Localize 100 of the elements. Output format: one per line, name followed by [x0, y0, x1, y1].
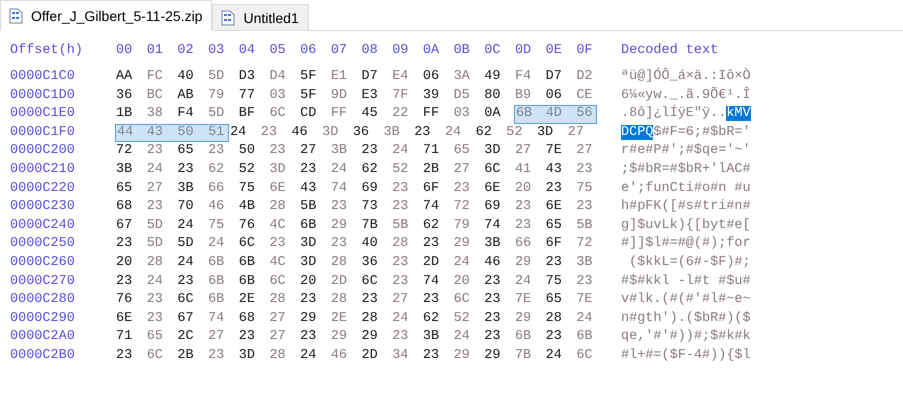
hex-byte[interactable]: 52: [238, 160, 268, 180]
hex-byte[interactable]: 6B: [207, 291, 238, 310]
hex-byte[interactable]: 23: [146, 310, 176, 328]
hex-byte[interactable]: 29: [330, 328, 360, 347]
hex-byte[interactable]: 4B: [238, 198, 268, 217]
hex-byte[interactable]: 3D: [299, 254, 330, 273]
hex-byte[interactable]: 51: [207, 124, 230, 142]
hex-byte[interactable]: 28: [146, 254, 176, 273]
hex-byte[interactable]: D5: [452, 86, 484, 106]
hex-byte[interactable]: 23: [422, 346, 453, 366]
hex-byte[interactable]: 5D: [176, 235, 208, 254]
hex-byte[interactable]: E4: [391, 68, 422, 87]
hex-byte[interactable]: 68: [115, 198, 146, 217]
hex-byte[interactable]: 3D: [299, 235, 330, 254]
hex-byte[interactable]: 5D: [207, 68, 238, 87]
hex-byte[interactable]: 28: [330, 254, 360, 273]
hex-byte[interactable]: 6E: [115, 310, 146, 328]
hex-byte[interactable]: 7B: [360, 216, 392, 236]
hex-byte[interactable]: 28: [330, 291, 360, 310]
hex-byte[interactable]: CD: [299, 105, 330, 124]
hex-byte[interactable]: 23: [330, 235, 360, 254]
hex-byte[interactable]: 29: [514, 310, 545, 328]
hex-byte[interactable]: 6C: [360, 272, 392, 292]
hex-byte[interactable]: 24: [391, 142, 422, 161]
hex-byte[interactable]: FF: [330, 105, 360, 124]
hex-byte[interactable]: 43: [146, 124, 176, 142]
hex-byte[interactable]: 20: [115, 254, 146, 273]
hex-byte[interactable]: 29: [483, 346, 514, 366]
hex-byte[interactable]: 28: [268, 198, 300, 217]
hex-byte[interactable]: AB: [176, 86, 208, 106]
hex-byte[interactable]: 74: [422, 272, 453, 292]
hex-byte[interactable]: 40: [360, 235, 392, 254]
hex-byte[interactable]: 65: [146, 328, 176, 347]
hex-byte[interactable]: 6F: [544, 235, 576, 254]
hex-byte[interactable]: 23: [299, 291, 330, 310]
hex-byte[interactable]: 5F: [299, 68, 330, 87]
hex-byte[interactable]: 23: [268, 235, 300, 254]
hex-byte[interactable]: 6E: [544, 198, 576, 217]
hex-byte[interactable]: 23: [391, 198, 422, 217]
hex-byte[interactable]: 4C: [268, 216, 300, 236]
hex-byte[interactable]: 6C: [146, 346, 176, 366]
hex-byte[interactable]: 72: [575, 235, 606, 254]
hex-byte[interactable]: 5D: [146, 235, 176, 254]
hex-byte[interactable]: 23: [391, 328, 422, 347]
hex-byte[interactable]: 70: [176, 198, 208, 217]
hex-byte[interactable]: 2C: [176, 328, 208, 347]
hex-byte[interactable]: 6B: [575, 328, 606, 347]
hex-byte[interactable]: 7E: [575, 291, 606, 310]
hex-byte[interactable]: 3B: [422, 328, 453, 347]
hex-byte[interactable]: 4D: [544, 105, 576, 124]
hex-byte[interactable]: 6B: [299, 216, 330, 236]
hex-byte[interactable]: 23: [575, 160, 606, 180]
hex-byte[interactable]: 62: [422, 310, 453, 328]
hex-byte[interactable]: 3B: [575, 254, 606, 273]
hex-byte[interactable]: 29: [452, 235, 484, 254]
hex-byte[interactable]: 23: [422, 291, 453, 310]
hex-byte[interactable]: 5D: [207, 105, 238, 124]
hex-byte[interactable]: 50: [176, 124, 208, 142]
hex-byte[interactable]: 67: [115, 216, 146, 236]
hex-byte[interactable]: 80: [483, 86, 514, 106]
hex-byte[interactable]: 6B: [514, 105, 545, 124]
hex-byte[interactable]: BF: [238, 105, 268, 124]
hex-byte[interactable]: 74: [422, 198, 453, 217]
hex-byte[interactable]: 5B: [391, 216, 422, 236]
hex-byte[interactable]: 22: [391, 105, 422, 124]
hex-byte[interactable]: 23: [391, 254, 422, 273]
hex-byte[interactable]: 41: [514, 160, 545, 180]
hex-byte[interactable]: FC: [146, 68, 176, 87]
hex-byte[interactable]: 67: [176, 310, 208, 328]
file-tab[interactable]: Untitled1: [212, 4, 309, 31]
hex-byte[interactable]: 23: [514, 198, 545, 217]
hex-byte[interactable]: 27: [268, 328, 300, 347]
hex-byte[interactable]: 2E: [330, 310, 360, 328]
hex-byte[interactable]: 6C: [238, 235, 268, 254]
hex-byte[interactable]: 24: [391, 310, 422, 328]
hex-byte[interactable]: 62: [360, 160, 392, 180]
hex-byte[interactable]: 0A: [483, 105, 514, 124]
hex-byte[interactable]: D4: [268, 68, 300, 87]
hex-byte[interactable]: 72: [452, 198, 484, 217]
hex-byte[interactable]: 75: [207, 216, 238, 236]
hex-byte[interactable]: 23: [115, 346, 146, 366]
hex-byte[interactable]: 46: [330, 346, 360, 366]
hex-byte[interactable]: 23: [360, 142, 392, 161]
hex-byte[interactable]: 23: [544, 180, 576, 198]
hex-byte[interactable]: 6E: [268, 180, 300, 198]
hex-byte[interactable]: 23: [146, 291, 176, 310]
hex-byte[interactable]: 2B: [176, 346, 208, 366]
hex-byte[interactable]: 24: [544, 346, 576, 366]
hex-byte[interactable]: 23: [176, 160, 208, 180]
hex-byte[interactable]: 65: [452, 142, 484, 161]
hex-byte[interactable]: 5D: [146, 216, 176, 236]
hex-byte[interactable]: 36: [360, 254, 392, 273]
hex-byte[interactable]: 27: [575, 142, 606, 161]
hex-byte[interactable]: 29: [299, 310, 330, 328]
hex-byte[interactable]: 71: [115, 328, 146, 347]
hex-byte[interactable]: BC: [146, 86, 176, 106]
hex-byte[interactable]: 20: [514, 180, 545, 198]
hex-byte[interactable]: 23: [238, 328, 268, 347]
hex-byte[interactable]: 23: [413, 124, 444, 142]
hex-byte[interactable]: 24: [444, 124, 475, 142]
